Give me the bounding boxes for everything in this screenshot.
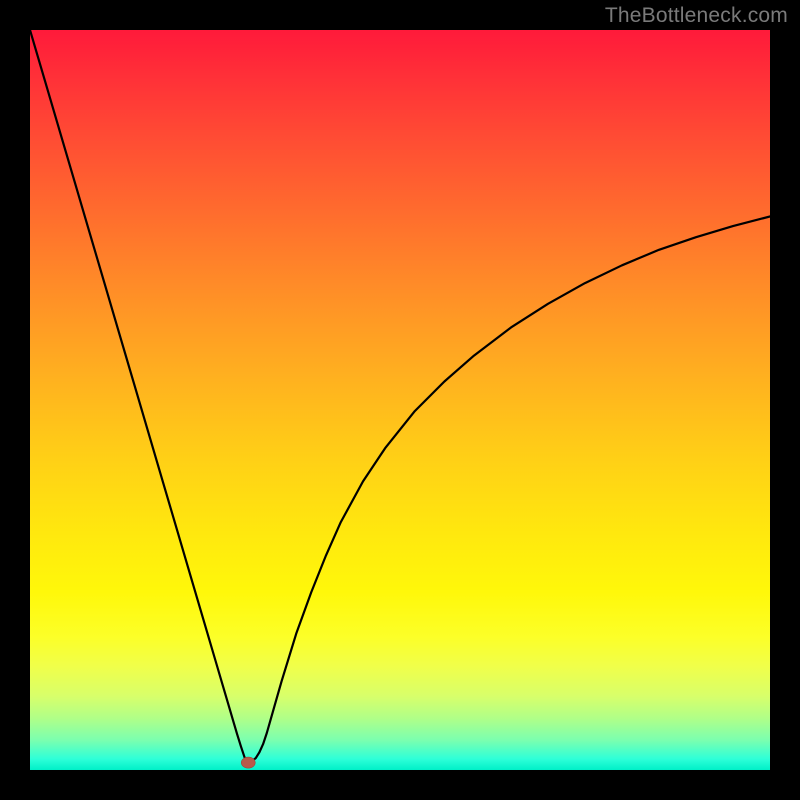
watermark-text: TheBottleneck.com (605, 4, 788, 28)
curve-svg (30, 30, 770, 770)
chart-container: TheBottleneck.com (0, 0, 800, 800)
plot-area (30, 30, 770, 770)
minimum-marker-icon (241, 757, 255, 768)
bottleneck-curve (30, 30, 770, 761)
